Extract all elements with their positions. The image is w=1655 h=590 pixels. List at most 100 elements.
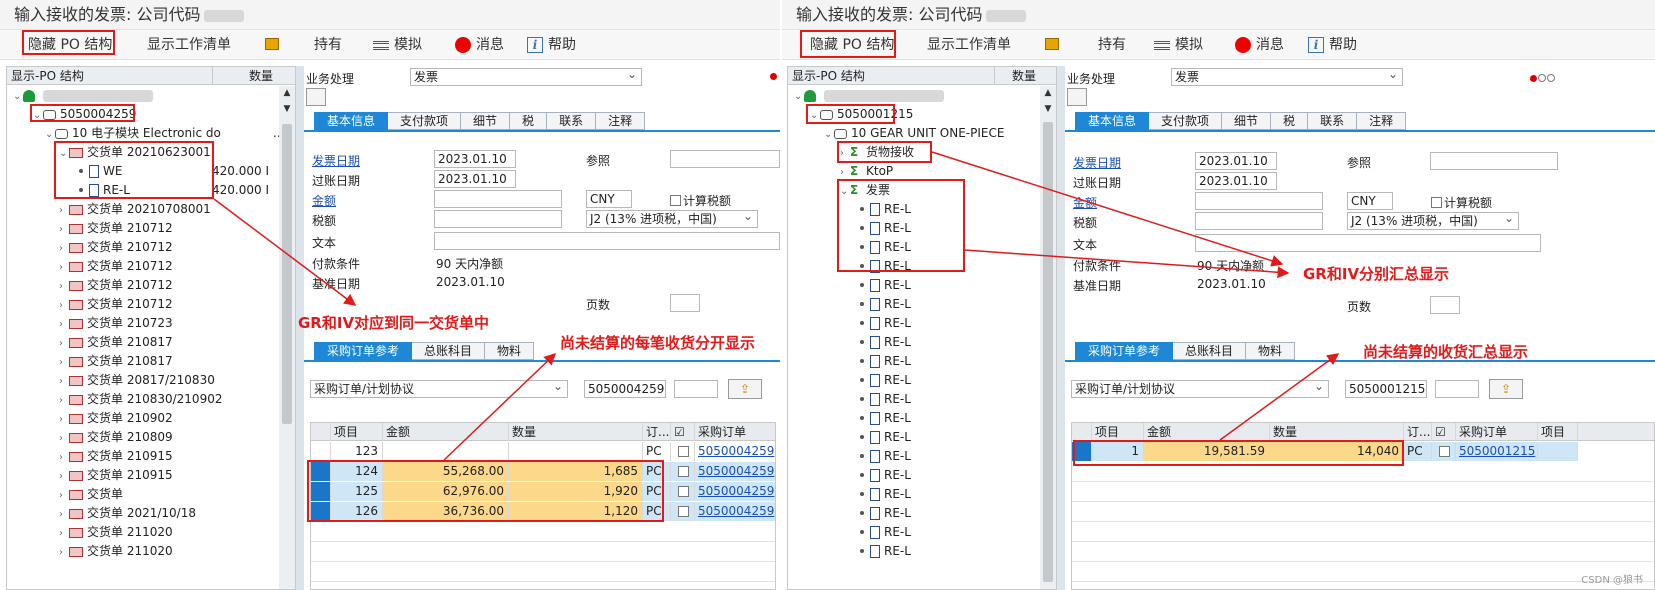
tree-leaf-invoice[interactable]: RE-L — [860, 485, 1038, 504]
calc-tax-checkbox[interactable]: 计算税额 — [1431, 194, 1492, 211]
tree-node-delivery[interactable]: › 交货单 20817/210830 — [59, 371, 277, 390]
tree-node-delivery[interactable]: › 交货单 210712 — [59, 295, 277, 314]
simulate-button[interactable]: 模拟 — [1154, 34, 1203, 56]
grid-header[interactable]: 数量 — [1270, 423, 1404, 441]
tab-0[interactable]: 基本信息 — [1075, 112, 1150, 130]
tree-scrollbar[interactable]: ▲ ▼ — [1040, 86, 1056, 589]
tree-node-delivery[interactable]: › 交货单 — [59, 485, 277, 504]
ref-item-input[interactable] — [1435, 380, 1479, 398]
tree-leaf-invoice[interactable]: RE-L — [860, 219, 1038, 238]
reference-input[interactable] — [670, 150, 780, 168]
tree-leaf-invoice[interactable]: RE-L — [860, 466, 1038, 485]
tree-node-delivery[interactable]: › 交货单 211020 — [59, 523, 277, 542]
tree-leaf-invoice[interactable]: RE-L — [860, 504, 1038, 523]
ref-po-input[interactable]: 5050001215 — [1345, 380, 1427, 398]
invoice-date-input[interactable]: 2023.01.10 — [1195, 152, 1277, 170]
tree-leaf-invoice[interactable]: RE-L — [860, 295, 1038, 314]
tree-node-delivery[interactable]: › 交货单 210809 — [59, 428, 277, 447]
tab-0[interactable]: 采购订单参考 — [1075, 342, 1174, 360]
tab-2[interactable]: 细节 — [461, 112, 511, 130]
grid-header[interactable]: 项目 — [1092, 423, 1144, 441]
tab-3[interactable]: 税 — [510, 112, 548, 130]
worklist-button[interactable]: 显示工作清单 — [927, 34, 1011, 56]
grid-cell-cb[interactable] — [1432, 442, 1456, 461]
tax-code-select[interactable]: J2 (13% 进项税，中国) — [586, 210, 758, 228]
tab-1[interactable]: 支付款项 — [1149, 112, 1223, 130]
transaction-select[interactable]: 发票 — [1171, 68, 1403, 86]
hold-button[interactable]: 持有 — [1045, 34, 1126, 56]
pages-input[interactable] — [1430, 296, 1460, 314]
calc-tax-checkbox[interactable]: 计算税额 — [670, 192, 731, 209]
tree-node-vendor[interactable]: ⌄ — [13, 86, 277, 105]
pages-input[interactable] — [670, 294, 700, 312]
tax-amount-input[interactable] — [434, 210, 562, 228]
tree-leaf-invoice[interactable]: RE-L — [860, 447, 1038, 466]
tree-node-item[interactable]: ⌄ 10 电子模块 Electronic do.. — [45, 124, 281, 143]
tree-leaf-invoice[interactable]: RE-L — [860, 238, 1038, 257]
grid-header[interactable]: 项目 — [331, 423, 383, 441]
tree-node-delivery[interactable]: › 交货单 210830/210902 — [59, 390, 277, 409]
tab-0[interactable]: 采购订单参考 — [314, 342, 413, 360]
grid-cell-sel[interactable] — [1072, 442, 1092, 461]
text-input[interactable] — [1195, 234, 1541, 252]
grid-cell-cb[interactable] — [671, 462, 695, 481]
grid-cell-po[interactable]: 5050001215 — [1456, 442, 1538, 461]
tab-3[interactable]: 税 — [1271, 112, 1309, 130]
tree-leaf-invoice[interactable]: RE-L — [860, 257, 1038, 276]
tree-node-delivery[interactable]: ⌄ 交货单 20210623001 — [59, 143, 277, 162]
grid-header[interactable]: ☑ — [671, 423, 695, 441]
help-button[interactable]: i 帮助 — [1308, 34, 1357, 56]
tab-4[interactable]: 联系 — [547, 112, 597, 130]
tree-leaf-invoice[interactable]: RE-L — [860, 276, 1038, 295]
posting-date-input[interactable]: 2023.01.10 — [1195, 172, 1277, 190]
tab-2[interactable]: 细节 — [1222, 112, 1272, 130]
grid-cell-sel[interactable] — [311, 462, 331, 481]
ref-doc-type-select[interactable]: 采购订单/计划协议 — [1071, 380, 1329, 398]
currency-input[interactable]: CNY — [586, 190, 632, 208]
tab-5[interactable]: 注释 — [596, 112, 646, 130]
grid-cell-po[interactable]: 5050004259 — [695, 502, 775, 521]
transfer-button[interactable]: ⇪ — [1489, 379, 1523, 399]
tree-leaf-invoice[interactable]: RE-L — [860, 352, 1038, 371]
grid-cell-cb[interactable] — [671, 482, 695, 501]
tree-leaf-invoice[interactable]: RE-L — [860, 428, 1038, 447]
tab-0[interactable]: 基本信息 — [314, 112, 389, 130]
tab-1[interactable]: 支付款项 — [388, 112, 462, 130]
invoice-date-input[interactable]: 2023.01.10 — [434, 150, 516, 168]
grid-cell-cb[interactable] — [671, 442, 695, 461]
tree-leaf-invoice[interactable]: RE-L — [860, 371, 1038, 390]
tree-leaf-invoice[interactable]: RE-L — [860, 314, 1038, 333]
amount-input[interactable] — [1195, 192, 1323, 210]
grid-cell-sel[interactable] — [311, 482, 331, 501]
amount-input[interactable] — [434, 190, 562, 208]
tree-node-delivery[interactable]: › 交货单 210817 — [59, 352, 277, 371]
transfer-button[interactable]: ⇪ — [728, 379, 762, 399]
tab-1[interactable]: 总账科目 — [412, 342, 486, 360]
grid-header[interactable]: 采购订单 — [1456, 423, 1538, 441]
tree-leaf-invoice[interactable]: RE-L — [860, 333, 1038, 352]
layout-button[interactable] — [1067, 88, 1087, 106]
splitter[interactable] — [1057, 66, 1065, 590]
tab-2[interactable]: 物料 — [1246, 342, 1296, 360]
tree-leaf-invoice[interactable]: RE-L — [860, 523, 1038, 542]
tab-2[interactable]: 物料 — [485, 342, 535, 360]
simulate-button[interactable]: 模拟 — [373, 34, 422, 56]
grid-cell-sel[interactable] — [311, 442, 331, 461]
tree-node-invoice[interactable]: ⌄ Σ 发票 — [840, 181, 1038, 200]
grid-header[interactable]: 订... — [1404, 423, 1432, 441]
tree-leaf-doc[interactable]: RE-L 420.000 I — [79, 181, 277, 200]
ref-po-input[interactable]: 5050004259 — [584, 380, 666, 398]
grid-header[interactable] — [1072, 423, 1092, 441]
layout-button[interactable] — [306, 88, 326, 106]
tree-node-delivery[interactable]: › 交货单 210817 — [59, 333, 277, 352]
tree-node-goods-receipt[interactable]: › Σ 货物接收 — [840, 143, 1038, 162]
grid-cell-po[interactable]: 5050004259 — [695, 462, 775, 481]
tree-node-delivery[interactable]: › 交货单 2021/10/18 — [59, 504, 277, 523]
grid-header[interactable]: 采购订单 — [695, 423, 775, 441]
grid-cell-po[interactable]: 5050004259 — [695, 482, 775, 501]
posting-date-input[interactable]: 2023.01.10 — [434, 170, 516, 188]
currency-input[interactable]: CNY — [1347, 192, 1393, 210]
tree-leaf-doc[interactable]: WE 420.000 I — [79, 162, 277, 181]
help-button[interactable]: i 帮助 — [527, 34, 576, 56]
tree-leaf-invoice[interactable]: RE-L — [860, 542, 1038, 561]
